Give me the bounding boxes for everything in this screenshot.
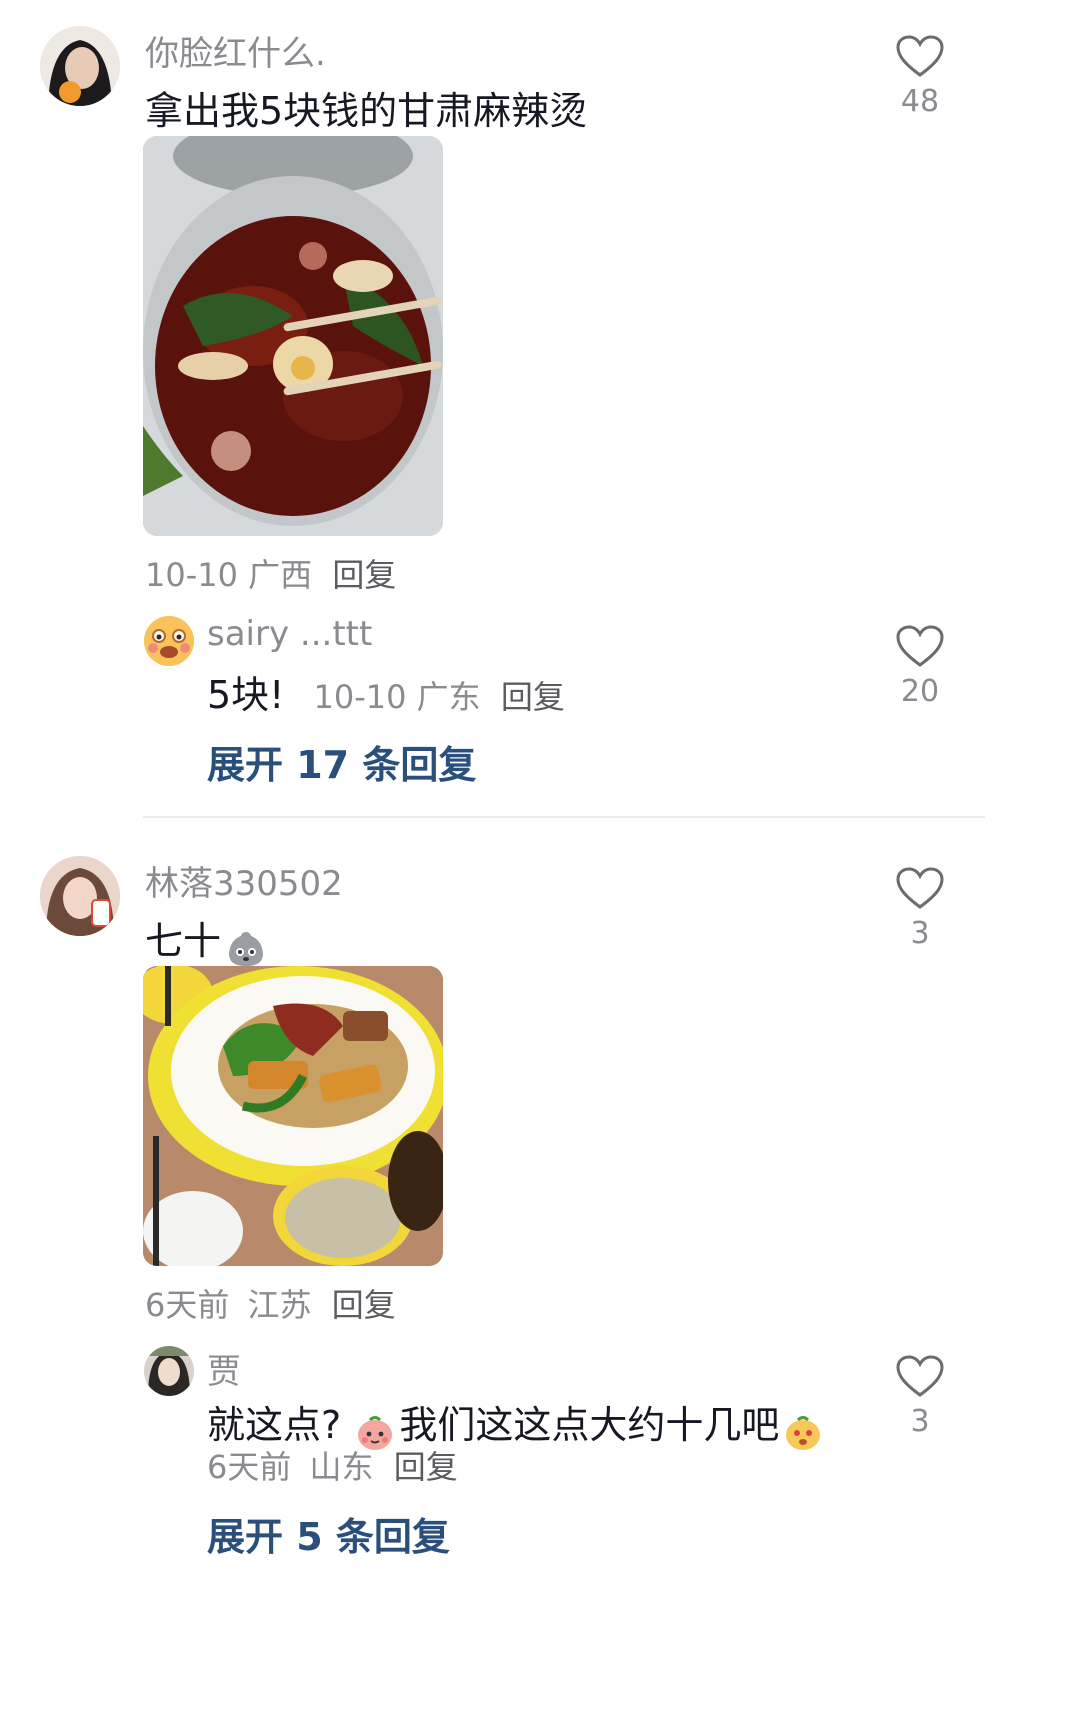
like-count: 48	[900, 84, 940, 119]
reply-date: 10-10	[313, 678, 407, 716]
comment-text: 七十	[145, 919, 222, 963]
expand-replies-button[interactable]: 展开 17 条回复	[207, 734, 476, 789]
comment-username[interactable]: 林落330502	[145, 856, 343, 905]
like-count: 20	[900, 674, 940, 709]
like-button[interactable]: 3	[870, 1354, 970, 1439]
comment-image[interactable]	[143, 136, 443, 536]
reply-meta: 10-10 广东 回复	[314, 678, 565, 716]
comment-username[interactable]: 你脸红什么.	[145, 26, 326, 75]
like-count: 3	[910, 916, 930, 951]
reply-meta: 6天前 山东 回复	[207, 1442, 458, 1488]
avatar[interactable]	[40, 856, 120, 936]
comment-image[interactable]	[143, 966, 443, 1266]
comment-meta: 10-10 广西 回复	[145, 550, 396, 596]
heart-outline-icon	[896, 867, 944, 909]
avatar[interactable]	[144, 616, 194, 666]
reply-button[interactable]: 回复	[394, 1448, 458, 1486]
comment-date: 10-10	[145, 556, 238, 594]
like-button[interactable]: 20	[870, 624, 970, 709]
reply-text: 5块!	[207, 673, 285, 717]
peach-face-emoji-icon	[784, 1413, 822, 1455]
reply-text: 就这点?	[207, 1403, 342, 1447]
comment-content: 七十	[145, 910, 266, 972]
reply-text: 我们这这点大约十几吧	[399, 1403, 780, 1447]
comment-text: 拿出我5块钱的甘肃麻辣烫	[145, 89, 588, 133]
heart-outline-icon	[896, 625, 944, 667]
like-count: 3	[910, 1404, 930, 1439]
reply-username[interactable]: sairy ...ttt	[207, 614, 372, 654]
expand-replies-button[interactable]: 展开 5 条回复	[207, 1506, 450, 1561]
divider	[143, 816, 985, 818]
like-button[interactable]: 3	[870, 866, 970, 951]
avatar[interactable]	[144, 1346, 194, 1396]
grey-blob-emoji-icon	[226, 928, 266, 972]
reply-button[interactable]: 回复	[332, 1286, 396, 1324]
avatar[interactable]	[40, 26, 120, 106]
reply-content: 5块! 10-10 广东 回复	[207, 664, 565, 719]
reply-button[interactable]: 回复	[501, 678, 565, 716]
comment-location: 广西	[248, 556, 313, 594]
comment-meta: 6天前 江苏 回复	[145, 1280, 396, 1326]
reply-button[interactable]: 回复	[332, 556, 396, 594]
heart-outline-icon	[896, 1355, 944, 1397]
reply-date: 6天前	[207, 1448, 292, 1486]
reply-location: 山东	[309, 1448, 374, 1486]
reply-username[interactable]: 贾	[207, 1344, 241, 1393]
comment-date: 6天前	[145, 1286, 230, 1324]
comment-location: 江苏	[247, 1286, 312, 1324]
heart-outline-icon	[896, 35, 944, 77]
like-button[interactable]: 48	[870, 34, 970, 119]
reply-location: 广东	[416, 678, 481, 716]
